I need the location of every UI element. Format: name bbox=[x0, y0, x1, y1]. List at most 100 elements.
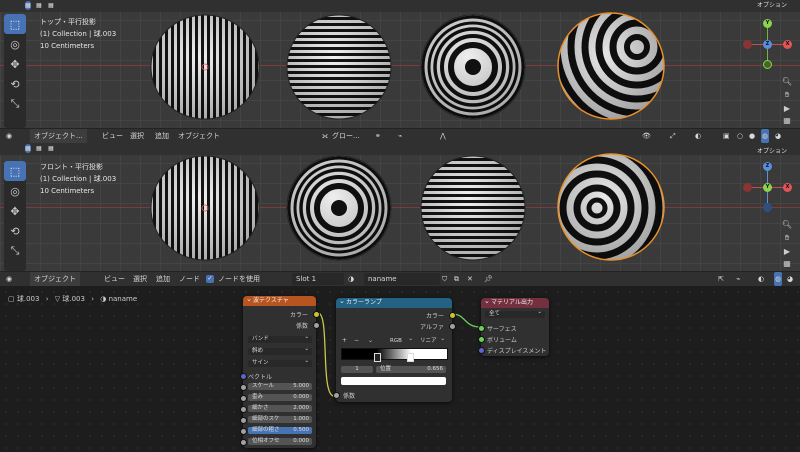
menu-select[interactable]: 選択 bbox=[130, 129, 144, 143]
menu-node[interactable]: ノード bbox=[179, 272, 200, 286]
output-color-socket[interactable] bbox=[313, 311, 320, 318]
input-surface-socket[interactable] bbox=[478, 325, 485, 332]
sphere-concentric-rings[interactable] bbox=[286, 155, 392, 261]
unlink-icon[interactable]: ✕ bbox=[467, 272, 473, 286]
menu-view[interactable]: ビュー bbox=[102, 129, 123, 143]
grid-icon[interactable]: ▦ bbox=[779, 114, 795, 126]
menu-object[interactable]: オブジェクト bbox=[178, 129, 220, 143]
cursor-icon[interactable]: ◎ bbox=[4, 181, 26, 201]
stop-color-swatch[interactable] bbox=[341, 377, 446, 385]
orientation-icon[interactable]: ⟗ bbox=[322, 129, 328, 143]
select-mode-icon[interactable]: ▦ bbox=[48, 1, 54, 10]
xray-icon[interactable]: ▣ bbox=[723, 129, 730, 143]
sphere-vertical-stripes[interactable] bbox=[150, 14, 260, 120]
node-editor-canvas[interactable]: ▢ 球.003 › ▽ 球.003 › ◑ naname 波テクスチャ カラー … bbox=[0, 286, 800, 452]
navigation-gizmo[interactable]: Z Y X bbox=[740, 159, 796, 215]
detail-field[interactable]: 細かさ 2.000 bbox=[248, 405, 312, 412]
sphere-horizontal-stripes[interactable] bbox=[286, 14, 392, 120]
pivot-icon[interactable]: ⚭ bbox=[375, 129, 381, 143]
interpolation-select[interactable]: リニア bbox=[416, 336, 448, 345]
zoom-icon[interactable]: 🔍︎ bbox=[779, 74, 795, 88]
camera-icon[interactable]: ▶ bbox=[779, 245, 795, 257]
select-mode-icon[interactable]: ▦ bbox=[36, 1, 42, 10]
sphere-concentric-rings[interactable] bbox=[420, 14, 526, 120]
output-fac-socket[interactable] bbox=[313, 322, 320, 329]
phase-offset-field[interactable]: 位相オフセ 0.000 bbox=[248, 438, 312, 445]
zoom-icon[interactable]: 🔍︎ bbox=[779, 217, 795, 231]
profile-select[interactable]: サイン bbox=[248, 358, 312, 367]
menu-select[interactable]: 選択 bbox=[133, 272, 147, 286]
options-button[interactable]: オプション bbox=[752, 147, 792, 156]
color-ramp-title[interactable]: カラーランプ bbox=[336, 298, 452, 308]
snap-icon[interactable]: ⌁ bbox=[736, 272, 740, 286]
gizmo-y-axis[interactable]: Y bbox=[763, 183, 772, 192]
gizmo-z-axis[interactable]: Z bbox=[763, 40, 772, 49]
menu-add[interactable]: 追加 bbox=[155, 129, 169, 143]
gizmo-y-axis[interactable]: Y bbox=[763, 19, 772, 28]
ramp-stop-marker[interactable] bbox=[374, 353, 381, 362]
editor-type-icon[interactable]: ◉ bbox=[6, 129, 12, 143]
shading-icon[interactable]: ◕ bbox=[787, 272, 793, 286]
wave-texture-title[interactable]: 波テクスチャ bbox=[243, 296, 316, 306]
add-stop-button[interactable]: + bbox=[342, 337, 347, 344]
stop-position-field[interactable]: 位置 0.656 bbox=[376, 366, 446, 373]
output-alpha-socket[interactable] bbox=[449, 323, 456, 330]
visibility-icon[interactable]: 👁︎ bbox=[642, 129, 651, 143]
render-icon[interactable]: ◍ bbox=[774, 272, 783, 286]
material-browse-icon[interactable]: ◑ bbox=[348, 272, 354, 286]
gizmo-toggle-icon[interactable]: ⤢ bbox=[670, 129, 676, 143]
options-button[interactable]: オプション bbox=[752, 1, 792, 10]
ramp-gradient[interactable] bbox=[341, 348, 448, 360]
distortion-field[interactable]: 歪み 0.000 bbox=[248, 394, 312, 401]
wave-texture-node[interactable]: 波テクスチャ カラー 係数 バンド 斜め サイン ベクトル スケール5.000 … bbox=[243, 296, 316, 448]
material-name-field[interactable]: naname bbox=[364, 273, 440, 285]
input-fac-socket[interactable] bbox=[333, 392, 340, 399]
select-mode-icon[interactable]: ▦ bbox=[36, 144, 42, 153]
pan-hand-icon[interactable]: ✋︎ bbox=[779, 231, 795, 245]
detail-roughness-field[interactable]: 細部の粗さ 0.500 bbox=[248, 427, 312, 434]
stop-index-field[interactable]: 1 bbox=[341, 366, 373, 373]
sphere-vertical-stripes[interactable] bbox=[150, 155, 260, 261]
color-mode-select[interactable]: RGB bbox=[386, 336, 416, 345]
parent-node-icon[interactable]: ⇱ bbox=[718, 272, 724, 286]
pan-hand-icon[interactable]: ✋︎ bbox=[779, 88, 795, 102]
select-mode-icon[interactable]: ▦ bbox=[48, 144, 54, 153]
sphere-selected-diagonal[interactable] bbox=[557, 153, 665, 261]
input-displacement-socket[interactable] bbox=[478, 347, 485, 354]
rotate-icon[interactable]: ⟲ bbox=[4, 221, 26, 241]
duplicate-icon[interactable]: ⧉ bbox=[454, 272, 459, 286]
ramp-menu-icon[interactable]: ⌄ bbox=[368, 337, 373, 344]
overlay-icon[interactable]: ◐ bbox=[758, 272, 764, 286]
input-socket[interactable] bbox=[240, 428, 247, 435]
remove-stop-button[interactable]: − bbox=[354, 337, 359, 344]
menu-view[interactable]: ビュー bbox=[104, 272, 125, 286]
navigation-gizmo[interactable]: Y Z X bbox=[740, 16, 796, 72]
input-socket[interactable] bbox=[240, 384, 247, 391]
input-socket[interactable] bbox=[240, 406, 247, 413]
editor-type-icon[interactable]: ◉ bbox=[6, 272, 12, 286]
gizmo-x-axis[interactable]: X bbox=[783, 40, 792, 49]
mode-select[interactable]: オブジェクト... bbox=[30, 129, 87, 143]
wave-type-select[interactable]: バンド bbox=[248, 334, 312, 343]
shading-solid-icon[interactable]: ● bbox=[749, 129, 755, 143]
scale-icon[interactable]: ⤡ bbox=[4, 241, 26, 261]
shading-material-icon[interactable]: ◍ bbox=[761, 129, 770, 143]
input-socket[interactable] bbox=[240, 417, 247, 424]
select-mode-icon[interactable]: ▦ bbox=[25, 1, 31, 10]
cursor-icon[interactable]: ◎ bbox=[4, 34, 26, 54]
input-socket[interactable] bbox=[240, 395, 247, 402]
shading-render-icon[interactable]: ◕ bbox=[775, 129, 781, 143]
gizmo-neg-y[interactable] bbox=[763, 60, 772, 69]
viewport-front[interactable]: ▦ ▦ ▦ オプション フロント・平行投影 (1) Collection | 球… bbox=[0, 143, 800, 271]
snap-icon[interactable]: ⌁ bbox=[398, 129, 402, 143]
input-socket[interactable] bbox=[240, 439, 247, 446]
mode-select[interactable]: オブジェクト bbox=[30, 272, 80, 286]
proportional-icon[interactable]: ⋀ bbox=[440, 129, 446, 143]
move-icon[interactable]: ✥ bbox=[4, 54, 26, 74]
pin-icon[interactable]: 📌︎ bbox=[484, 272, 493, 286]
detail-scale-field[interactable]: 細部のスケ 1.000 bbox=[248, 416, 312, 423]
move-icon[interactable]: ✥ bbox=[4, 201, 26, 221]
shading-wire-icon[interactable]: ○ bbox=[737, 129, 743, 143]
grid-icon[interactable]: ▦ bbox=[779, 257, 795, 269]
input-volume-socket[interactable] bbox=[478, 336, 485, 343]
